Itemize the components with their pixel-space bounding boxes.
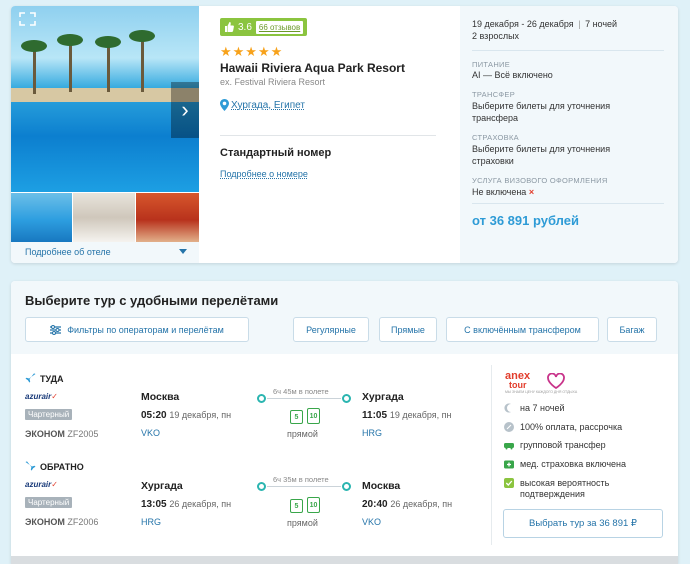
insurance-label: СТРАХОВКА xyxy=(472,133,519,142)
route-end-dot xyxy=(342,394,351,403)
feature-confirmation: высокая вероятность подтверждения xyxy=(504,478,624,500)
room-details-link[interactable]: Подробнее о номере xyxy=(220,169,308,179)
direct-flight-label: прямой xyxy=(287,429,318,439)
hotel-former-name: ex. Festival Riviera Resort xyxy=(220,77,326,87)
room-title: Стандартный номер xyxy=(220,147,332,159)
thumbs-up-icon xyxy=(225,22,234,32)
flight-class: ЭКОНОМ ZF2005 xyxy=(25,429,99,439)
flight-class: ЭКОНОМ ZF2006 xyxy=(25,517,99,527)
tour-summary-panel: 19 декабря - 26 декабря | 7 ночей 2 взро… xyxy=(460,6,678,263)
divider xyxy=(220,135,436,136)
rating-badge: 3.6 66 отзывов xyxy=(220,18,308,36)
moon-icon xyxy=(504,403,511,413)
airline-logo: azurair✓ xyxy=(25,392,58,401)
filters-button[interactable]: Фильтры по операторам и перелётам xyxy=(25,317,249,342)
hotel-details-label: Подробнее об отеле xyxy=(25,247,111,257)
route-start-dot xyxy=(257,482,266,491)
hotel-thumbnail[interactable] xyxy=(136,193,199,242)
checkmark-icon xyxy=(504,478,514,488)
hotel-stars: ★★★★★ xyxy=(220,44,284,59)
bottom-edge xyxy=(11,556,678,564)
feature-transfer: групповой трансфер xyxy=(504,440,606,451)
departure-airport: VKO xyxy=(141,428,161,438)
chevron-down-icon xyxy=(179,249,187,254)
map-pin-icon xyxy=(220,99,229,111)
arrival-city: Хургада xyxy=(362,391,404,403)
airline-logo: azurair✓ xyxy=(25,480,58,489)
chip-with-transfer[interactable]: С включённым трансфером xyxy=(446,317,599,342)
bus-icon xyxy=(504,443,514,450)
hotel-name[interactable]: Hawaii Riviera Aqua Park Resort xyxy=(220,61,436,75)
visa-value: Не включена × xyxy=(472,187,535,197)
transfer-value: Выберите билеты для уточнения трансфера xyxy=(472,101,611,123)
filter-sliders-icon xyxy=(50,324,62,335)
chip-baggage[interactable]: Багаж xyxy=(607,317,657,342)
hand-luggage-icon: 5 xyxy=(290,410,303,424)
tour-price: от 36 891 рублей xyxy=(472,213,579,228)
departure-time: 05:20 19 декабря, пн xyxy=(141,410,232,421)
hotel-card: › Подробнее об отеле 3.6 66 отзывов ★★★★… xyxy=(11,6,678,263)
plane-icon xyxy=(25,461,36,471)
divider xyxy=(472,203,664,204)
fullscreen-icon[interactable] xyxy=(19,12,36,26)
baggage-icon: 10 xyxy=(307,408,320,424)
departure-time: 13:05 26 декабря, пн xyxy=(141,499,232,510)
flight-duration: 6ч 45м в полете xyxy=(273,387,329,396)
chevron-right-icon: › xyxy=(181,97,189,122)
divider xyxy=(472,50,664,51)
not-included-icon: × xyxy=(528,187,535,197)
location-label: Хургада, Египет xyxy=(231,99,305,111)
feature-nights: на 7 ночей xyxy=(504,403,564,414)
direct-flight-label: прямой xyxy=(287,518,318,528)
operator-logo: anex tour МЫ ЗНАЕМ ЦЕНУ КАЖДОГО ДНЯ ОТДЫ… xyxy=(505,370,578,395)
arrival-airport: HRG xyxy=(362,428,382,438)
visa-label: УСЛУГА ВИЗОВОГО ОФОРМЛЕНИЯ xyxy=(472,176,608,185)
tour-selection-card: Выберите тур с удобными перелётами Фильт… xyxy=(11,281,678,564)
baggage-icon: 10 xyxy=(307,497,320,513)
hand-luggage-icon: 5 xyxy=(290,499,303,513)
chip-regular[interactable]: Регулярные xyxy=(293,317,369,342)
route-start-dot xyxy=(257,394,266,403)
insurance-value: Выберите билеты для уточнения страховки xyxy=(472,144,611,166)
charter-badge: Чартерный xyxy=(25,497,73,508)
next-photo-button[interactable]: › xyxy=(171,82,199,138)
feature-insurance: мед. страховка включена xyxy=(504,459,626,470)
route-end-dot xyxy=(342,482,351,491)
departure-airport: HRG xyxy=(141,517,161,527)
choose-tour-button[interactable]: Выбрать тур за 36 891 ₽ xyxy=(503,509,663,538)
route-line xyxy=(267,486,341,487)
heart-icon xyxy=(547,373,565,389)
arrival-city: Москва xyxy=(362,480,401,492)
arrival-airport: VKO xyxy=(362,517,382,527)
departure-city: Москва xyxy=(141,391,180,403)
charter-badge: Чартерный xyxy=(25,409,73,420)
divider xyxy=(491,365,492,545)
reviews-link[interactable]: 66 отзывов xyxy=(255,20,304,34)
departure-city: Хургада xyxy=(141,480,183,492)
arrival-time: 20:40 26 декабря, пн xyxy=(362,499,453,510)
return-title: ОБРАТНО xyxy=(25,461,84,472)
hotel-details-link[interactable]: Подробнее об отеле xyxy=(11,242,199,263)
plane-icon xyxy=(25,373,36,383)
outbound-title: ТУДА xyxy=(25,373,64,384)
hotel-location[interactable]: Хургада, Египет xyxy=(220,99,305,111)
section-title: Выберите тур с удобными перелётами xyxy=(25,293,279,308)
percent-icon xyxy=(504,422,514,432)
hotel-thumbnail[interactable] xyxy=(11,193,72,242)
rating-value: 3.6 xyxy=(238,21,252,33)
tour-guests: 2 взрослых xyxy=(472,31,520,41)
feature-payment: 100% оплата, рассрочка xyxy=(504,422,622,433)
chip-direct[interactable]: Прямые xyxy=(379,317,437,342)
medical-kit-icon xyxy=(504,460,514,469)
arrival-time: 11:05 19 декабря, пн xyxy=(362,410,452,421)
filters-area: Выберите тур с удобными перелётами Фильт… xyxy=(11,281,678,354)
transfer-label: ТРАНСФЕР xyxy=(472,90,516,99)
tour-dates: 19 декабря - 26 декабря | 7 ночей xyxy=(472,19,618,29)
route-line xyxy=(267,398,341,399)
food-label: ПИТАНИЕ xyxy=(472,60,511,69)
filters-button-label: Фильтры по операторам и перелётам xyxy=(67,324,224,335)
hotel-thumbnail[interactable] xyxy=(73,193,135,242)
flight-duration: 6ч 35м в полете xyxy=(273,475,329,484)
food-value: AI — Всё включено xyxy=(472,70,553,80)
